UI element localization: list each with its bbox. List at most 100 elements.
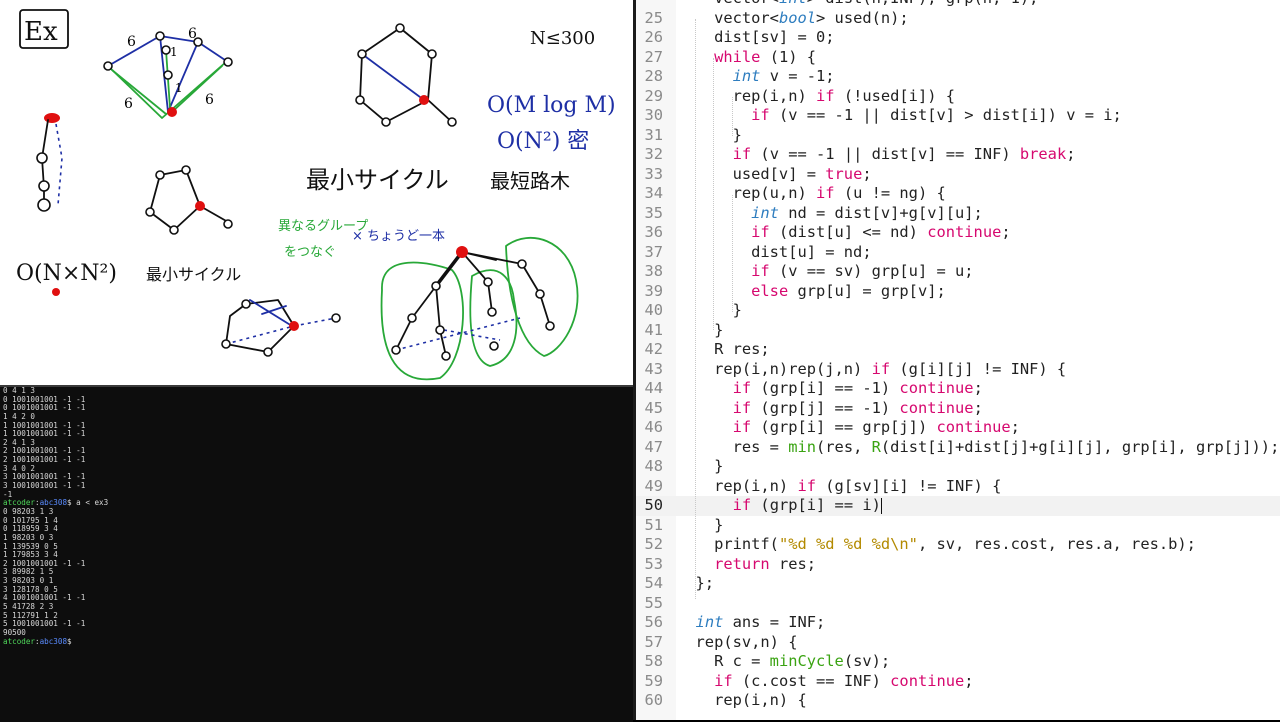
code-text: vector<bool> used(n); [677,8,909,27]
line-number: 30 [644,106,663,124]
line-number: 33 [644,164,663,183]
graph-hexagon [355,23,457,127]
code-text: vector<int> dist(n,INF); grp(n,-1); [677,0,1038,9]
whiteboard-canvas[interactable]: Ex 6 6 6 6 1 1 N≤300 O(M log M) O(N²) 密 [0,0,635,385]
indent-guide [732,195,733,312]
red-mark [52,288,60,296]
line-number: 58 [644,652,663,670]
code-text: else grp[u] = grp[v]; [751,281,946,300]
edge-weight: 6 [205,92,214,108]
code-line[interactable]: 54 }; [636,574,1280,594]
terminal-prompt-line[interactable]: atcoder:abc308$ [0,636,633,647]
code-line[interactable]: 56 int ans = INF; [636,613,1280,633]
line-number: 35 [644,203,663,222]
min-cycle-label-big: 最小サイクル [306,166,449,194]
terminal-line: 1 98203 0 3 [3,532,54,542]
line-number: 45 [644,398,663,417]
terminal-output-after: 0 98203 1 30 101795 1 40 118959 3 41 982… [0,507,633,638]
code-text: if (v == sv) grp[u] = u; [751,262,974,280]
line-number: 39 [644,281,663,300]
line-number: 47 [644,437,663,456]
terminal-line: 0 1001001001 -1 -1 [3,394,86,404]
code-line[interactable]: 28 int v = -1; [636,67,1280,87]
code-text: if (dist[u] <= nd) continue; [751,223,1011,241]
prompt-path: abc308 [39,498,68,508]
code-line[interactable]: 32 if (v == -1 || dist[v] == INF) break; [636,145,1280,165]
code-text: rep(u,n) if (u != ng) { [677,184,946,202]
code-line[interactable]: 47 res = min(res, R(dist[i]+dist[j]+g[i]… [636,438,1280,458]
edge-weight: 6 [188,26,197,42]
edge-weight: 6 [127,34,136,50]
graph-chain [36,113,63,212]
indent-guide [732,97,733,136]
terminal-output-before: 0 4 1 30 1001001001 -1 -1 0 1001001001 -1… [0,387,633,499]
terminal-panel[interactable]: 0 4 1 30 1001001001 -1 -1 0 1001001001 -1… [0,385,633,722]
text-cursor [880,497,882,514]
complexity-note-1: O(M log M) [487,93,616,118]
terminal-command: $ a < ex3 [67,498,109,508]
code-text: rep(i,n) if (g[sv][i] != INF) { [677,476,1002,495]
terminal-line: 0 1001001001 -1 -1 [3,403,86,413]
code-line[interactable]: 46 if (grp[i] == grp[j]) continue; [636,418,1280,438]
code-text: rep(i,n) if (!used[i]) { [677,86,956,105]
code-text: dist[u] = nd; [677,242,872,261]
code-line[interactable]: 44 if (grp[i] == -1) continue; [636,379,1280,399]
terminal-line: 2 1001001001 -1 -1 [3,455,86,465]
code-line[interactable]: 42 R res; [636,340,1280,360]
code-text: res = min(res, R(dist[i]+dist[j]+g[i][j]… [677,437,1280,456]
code-line[interactable]: 60 rep(i,n) { [636,691,1280,711]
complexity-note-2: O(N²) 密 [497,129,589,154]
line-number: 36 [644,223,663,241]
code-line[interactable]: 50 if (grp[i] == i) [636,496,1280,516]
graph-shortest-path-tree [380,237,579,381]
indent-guide [713,58,714,330]
code-text: rep(sv,n) { [677,632,798,651]
code-line[interactable]: 26 dist[sv] = 0; [636,28,1280,48]
code-line[interactable]: 51 } [636,516,1280,536]
code-line[interactable]: 41 } [636,321,1280,341]
code-line[interactable]: 52 printf("%d %d %d %d\n", sv, res.cost,… [636,535,1280,555]
code-text: } [677,320,724,339]
line-number: 38 [644,262,663,280]
code-text: if (grp[i] == i) [732,496,882,514]
code-line[interactable]: 57 rep(sv,n) { [636,633,1280,653]
terminal-final-prompt: $ [67,636,72,646]
terminal-line: 5 112791 1 2 [3,610,58,620]
code-line[interactable]: 27 while (1) { [636,48,1280,68]
code-line[interactable]: 55 [636,594,1280,614]
code-line[interactable]: 33 used[v] = true; [636,165,1280,185]
code-line[interactable]: 48 } [636,457,1280,477]
code-line[interactable]: 59 if (c.cost == INF) continue; [636,672,1280,692]
ex-label: Ex [24,17,58,47]
terminal-line: 4 1001001001 -1 -1 [3,593,86,603]
whiteboard-panel[interactable]: Ex 6 6 6 6 1 1 N≤300 O(M log M) O(N²) 密 [0,0,635,385]
green-note-2: をつなぐ [284,245,336,260]
code-line[interactable]: 58 R c = minCycle(sv); [636,652,1280,672]
code-line[interactable]: 49 rep(i,n) if (g[sv][i] != INF) { [636,477,1280,497]
code-text: if (grp[i] == -1) continue; [732,379,983,397]
edge-weight: 6 [124,96,133,112]
code-line[interactable]: 53 return res; [636,555,1280,575]
line-number: 59 [644,671,663,690]
code-line[interactable]: 43 rep(i,n)rep(j,n) if (g[i][j] != INF) … [636,360,1280,380]
complexity-left: O(N×N²) [16,261,117,286]
terminal-line: 5 41728 2 3 [3,602,54,612]
code-line[interactable]: 25 vector<bool> used(n); [636,9,1280,29]
terminal-line: 3 89982 1 5 [3,567,54,577]
indent-guide [695,19,696,599]
line-number: 37 [644,242,663,261]
graph-triangle [145,165,233,235]
graph-small-cycle [221,299,341,357]
code-editor[interactable]: vector<int> dist(n,INF); grp(n,-1);25 ve… [636,0,1280,720]
code-text: int nd = dist[v]+g[v][u]; [751,203,983,222]
terminal-line: 3 4 0 2 [3,463,36,473]
line-number: 26 [644,28,663,46]
line-number: 56 [644,613,663,631]
line-number: 60 [644,691,663,709]
code-line[interactable]: vector<int> dist(n,INF); grp(n,-1); [636,0,1280,9]
terminal-line: 3 98203 0 1 [3,576,54,586]
code-text: int ans = INF; [695,613,826,631]
line-number: 54 [644,574,663,592]
terminal-line: 1 1001001001 -1 -1 [3,429,86,439]
code-line[interactable]: 45 if (grp[j] == -1) continue; [636,399,1280,419]
